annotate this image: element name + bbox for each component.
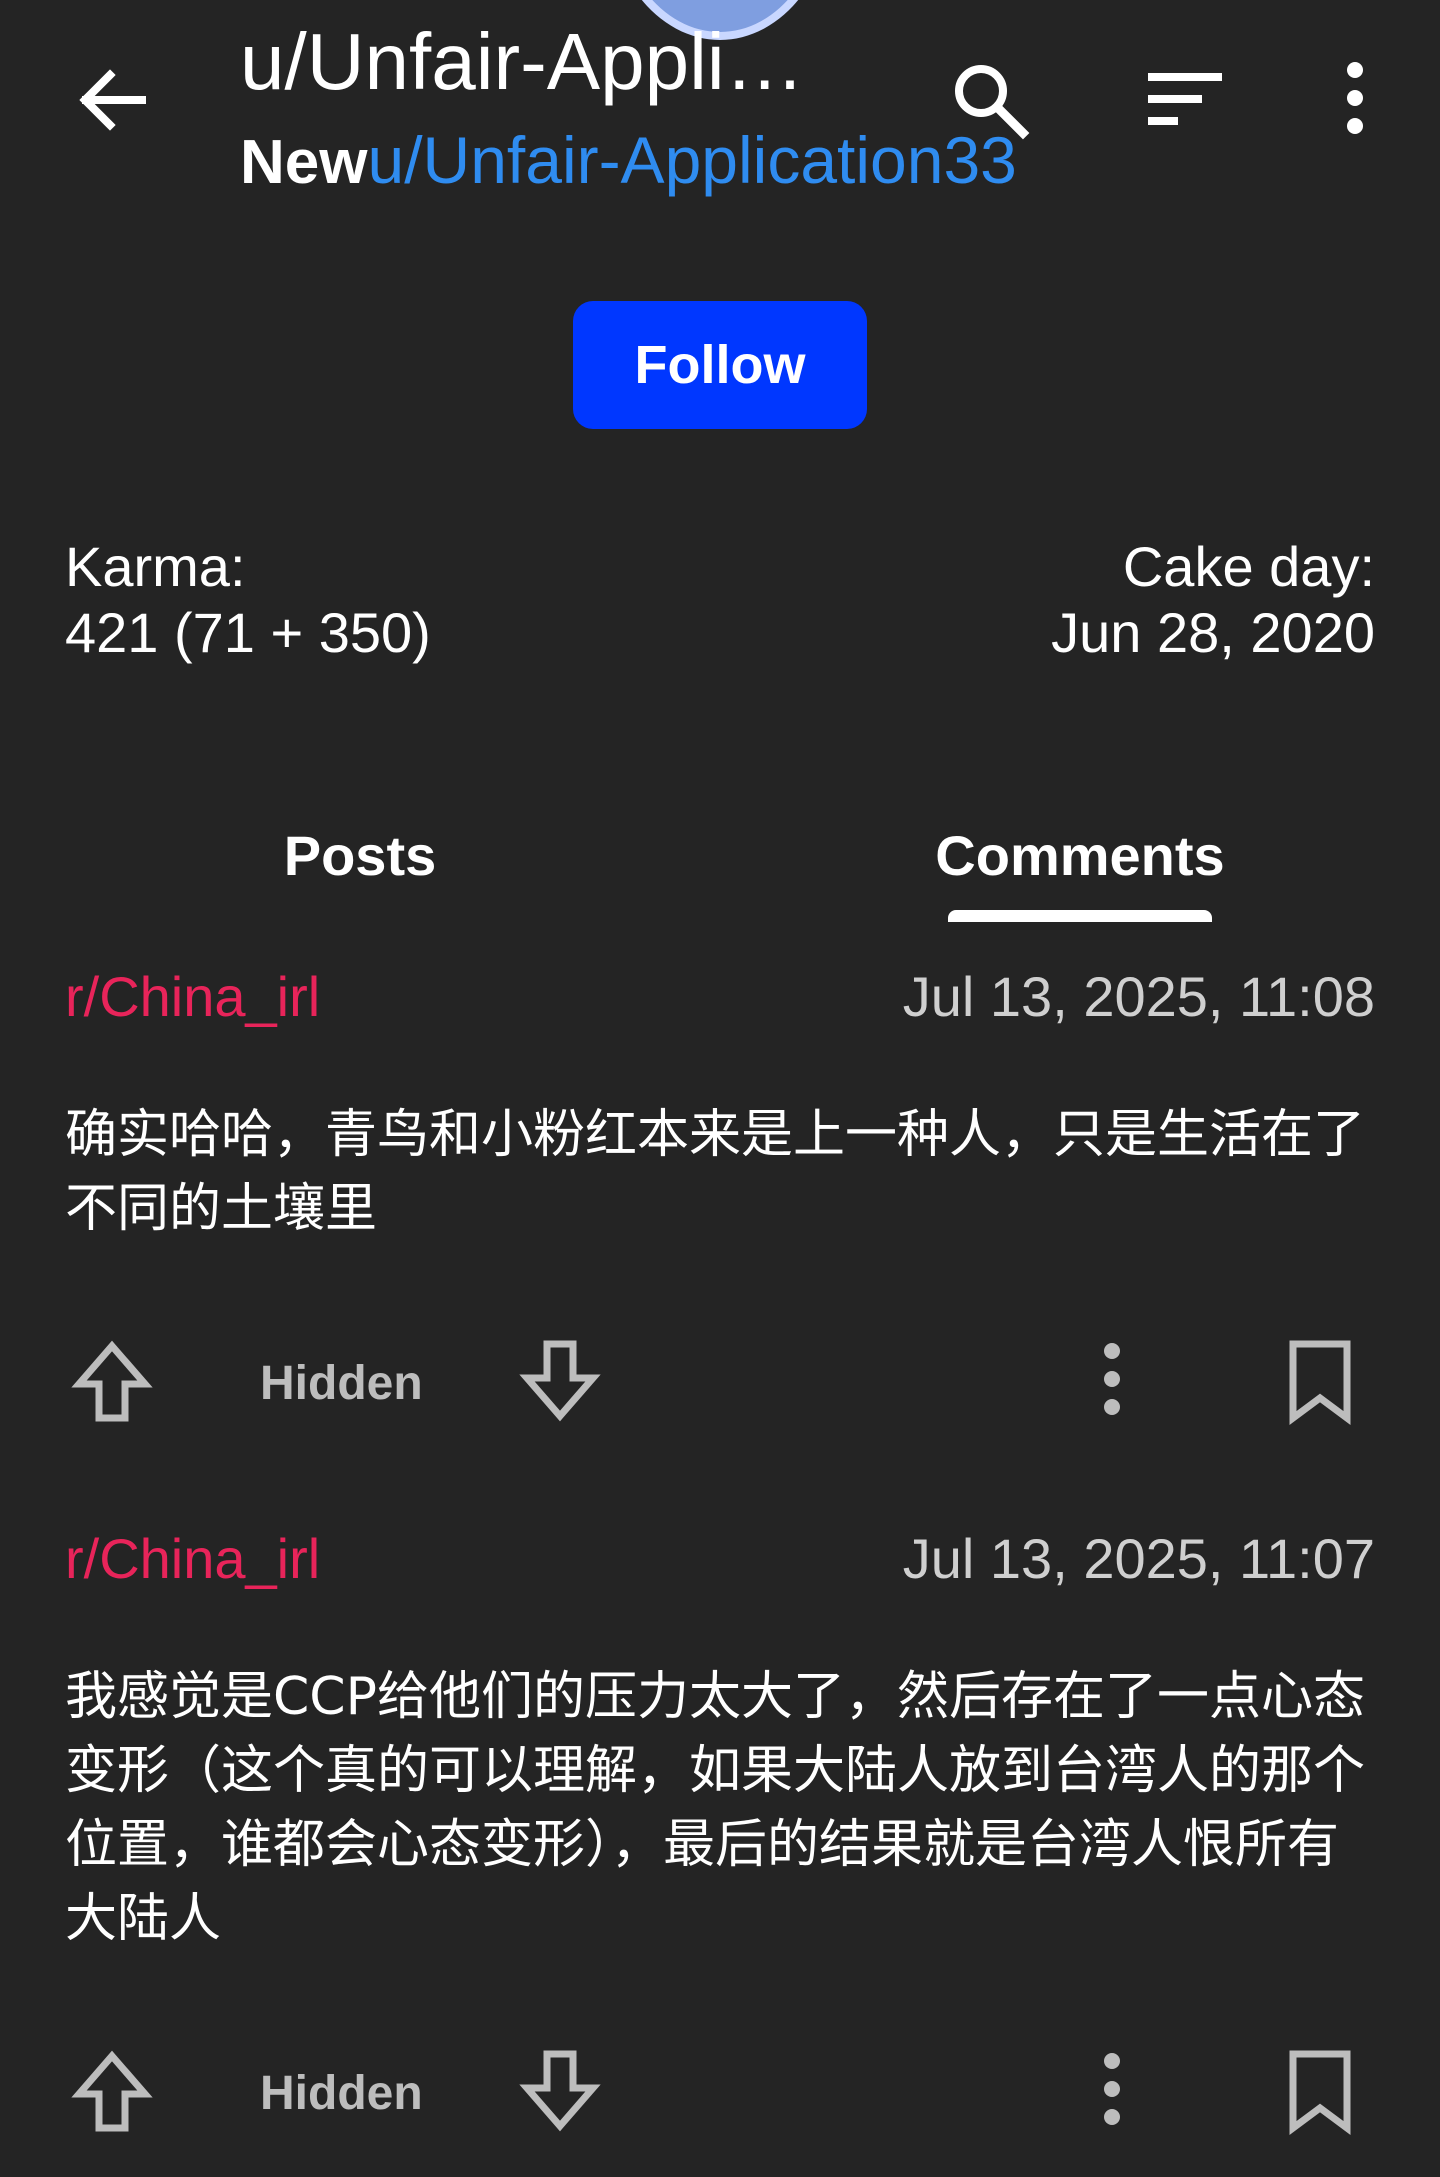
sort-label: New	[240, 128, 368, 197]
sort-icon	[1148, 73, 1222, 125]
more-vert-icon	[1104, 1343, 1120, 1415]
comment-timestamp: Jul 13, 2025, 11:07	[902, 1527, 1375, 1590]
username-link[interactable]: u/Unfair-Application33	[367, 123, 1016, 197]
comment-score: Hidden	[260, 1357, 423, 1410]
tab-comments[interactable]: Comments	[720, 790, 1440, 920]
save-button[interactable]	[1275, 1336, 1365, 1426]
comment-more-button[interactable]	[1067, 2046, 1157, 2136]
karma-value: 421 (71 + 350)	[65, 601, 431, 664]
page-subtitle: Newu/Unfair-Application33	[240, 118, 1017, 205]
comment-timestamp: Jul 13, 2025, 11:08	[902, 965, 1375, 1028]
cake-day-value: Jun 28, 2020	[1051, 601, 1375, 664]
back-button[interactable]	[70, 55, 160, 145]
karma-label: Karma:	[65, 535, 246, 598]
comment-more-button[interactable]	[1067, 1336, 1157, 1426]
comment-body[interactable]: 确实哈哈，青鸟和小粉红本来是上一种人，只是生活在了不同的土壤里	[65, 1098, 1375, 1246]
more-vert-icon	[1104, 2053, 1120, 2125]
upvote-button[interactable]	[67, 2046, 157, 2136]
upvote-button[interactable]	[67, 1336, 157, 1426]
comment-score: Hidden	[260, 2067, 423, 2120]
back-arrow-icon	[79, 69, 146, 131]
downvote-arrow-icon	[519, 1340, 601, 1422]
bookmark-icon	[1289, 1340, 1351, 1425]
search-button[interactable]	[945, 55, 1035, 145]
comment-subreddit-link[interactable]: r/China_irl	[65, 962, 320, 1032]
comment-body[interactable]: 我感觉是CCP给他们的压力太大了，然后存在了一点心态变形（这个真的可以理解，如果…	[65, 1660, 1375, 1956]
downvote-button[interactable]	[515, 1336, 605, 1426]
active-tab-indicator	[948, 910, 1212, 922]
more-vert-icon	[1347, 62, 1363, 134]
downvote-arrow-icon	[519, 2050, 601, 2132]
downvote-button[interactable]	[515, 2046, 605, 2136]
upvote-arrow-icon	[71, 1340, 153, 1422]
save-button[interactable]	[1275, 2046, 1365, 2136]
sort-button[interactable]	[1140, 55, 1230, 145]
cake-day-label: Cake day:	[1122, 535, 1375, 598]
bookmark-icon	[1289, 2050, 1351, 2135]
page-title: u/Unfair-Appli…	[240, 17, 805, 106]
tab-posts[interactable]: Posts	[0, 790, 720, 920]
search-icon	[955, 65, 1030, 140]
comment-subreddit-link[interactable]: r/China_irl	[65, 1524, 320, 1594]
upvote-arrow-icon	[71, 2050, 153, 2132]
more-options-button[interactable]	[1310, 55, 1400, 145]
follow-button[interactable]: Follow	[573, 301, 867, 429]
